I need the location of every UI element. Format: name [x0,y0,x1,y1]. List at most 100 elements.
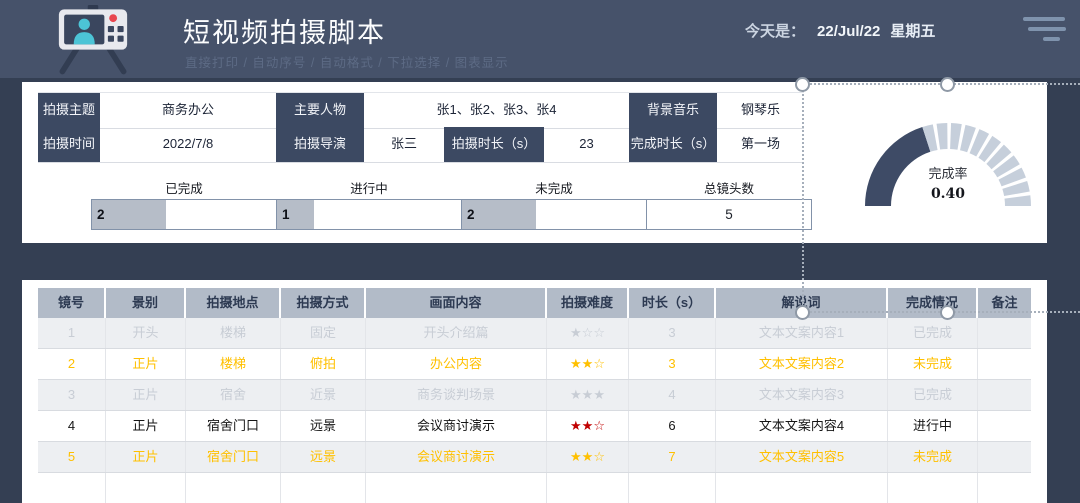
column-header[interactable]: 拍摄方式 [281,288,366,318]
table-cell[interactable]: 办公内容 [366,349,547,379]
table-cell[interactable] [978,473,1031,503]
table-cell[interactable] [978,349,1031,379]
table-cell[interactable]: 文本文案内容1 [716,318,888,348]
table-cell[interactable]: 文本文案内容3 [716,380,888,410]
table-cell[interactable]: 已完成 [888,318,978,348]
table-cell[interactable]: 1 [38,318,106,348]
difficulty-stars-cell[interactable] [547,473,629,503]
stat-bar-inprogress[interactable]: 1 [276,199,462,230]
table-cell[interactable] [366,473,547,503]
table-cell[interactable] [38,473,106,503]
selection-handle[interactable] [795,77,810,92]
stat-value: 5 [725,207,733,222]
value-shoot-duration[interactable]: 23 [544,127,629,162]
table-cell[interactable]: 宿舍门口 [186,442,281,472]
table-cell[interactable]: 4 [38,411,106,441]
app-header: 短视频拍摄脚本 直接打印 / 自动序号 / 自动格式 / 下拉选择 / 图表显示… [0,0,1080,78]
table-cell[interactable] [978,442,1031,472]
table-cell[interactable]: 进行中 [888,411,978,441]
column-header[interactable]: 画面内容 [366,288,547,318]
selection-handle[interactable] [940,77,955,92]
table-cell[interactable]: 3 [38,380,106,410]
completion-gauge[interactable]: 完成率 0.40 [848,106,1048,206]
table-cell[interactable]: 商务谈判场景 [366,380,547,410]
table-cell[interactable]: 文本文案内容5 [716,442,888,472]
column-header[interactable]: 镜号 [38,288,106,318]
table-row: 3 正片 宿舍 近景 商务谈判场景 ★★★ 4 文本文案内容3 已完成 [38,380,1031,411]
column-header[interactable]: 拍摄地点 [186,288,281,318]
table-cell[interactable]: 宿舍门口 [186,411,281,441]
table-cell[interactable]: 远景 [281,442,366,472]
table-row: 5 正片 宿舍门口 远景 会议商讨演示 ★★☆ 7 文本文案内容5 未完成 [38,442,1031,473]
table-cell[interactable]: 会议商讨演示 [366,411,547,441]
table-cell[interactable]: 6 [629,411,716,441]
table-cell[interactable]: 文本文案内容4 [716,411,888,441]
stat-value: 2 [97,207,105,222]
table-cell[interactable]: 7 [629,442,716,472]
table-cell[interactable] [106,473,186,503]
date-label: 今天是： [745,23,806,40]
table-cell[interactable]: 会议商讨演示 [366,442,547,472]
table-cell[interactable] [888,473,978,503]
value-bgm[interactable]: 钢琴乐 [717,93,804,128]
column-header[interactable]: 备注 [978,288,1031,318]
table-cell[interactable]: 未完成 [888,349,978,379]
label-shoot-duration: 拍摄时长（s） [444,127,544,162]
table-cell[interactable]: 4 [629,380,716,410]
difficulty-stars-cell[interactable]: ★☆☆ [547,318,629,348]
table-cell[interactable]: 俯拍 [281,349,366,379]
table-cell[interactable] [978,411,1031,441]
table-cell[interactable] [629,473,716,503]
difficulty-stars-cell[interactable]: ★★☆ [547,442,629,472]
difficulty-stars-cell[interactable]: ★★☆ [547,411,629,441]
script-table: 镜号 景别 拍摄地点 拍摄方式 画面内容 拍摄难度 时长（s） 解说词 完成情况 备注 1 开头 楼梯固… [38,288,1031,503]
table-cell[interactable]: 正片 [106,380,186,410]
value-director[interactable]: 张三 [364,127,444,162]
date-value: 22/Jul/22 [817,23,881,40]
table-cell[interactable]: 3 [629,318,716,348]
value-shoot-theme[interactable]: 商务办公 [100,93,276,128]
table-cell[interactable]: 3 [629,349,716,379]
table-cell[interactable] [716,473,888,503]
value-done-duration[interactable]: 第一场 [717,127,804,162]
table-cell[interactable]: 近景 [281,380,366,410]
value-shoot-date[interactable]: 2022/7/8 [100,127,276,162]
table-cell[interactable]: 未完成 [888,442,978,472]
value-main-cast[interactable]: 张1、张2、张3、张4 [364,93,629,128]
column-header[interactable]: 拍摄难度 [547,288,629,318]
column-header[interactable]: 完成情况 [888,288,978,318]
table-cell[interactable]: 开头介绍篇 [366,318,547,348]
table-row: 4 正片 宿舍门口 远景 会议商讨演示 ★★☆ 6 文本文案内容4 进行中 [38,411,1031,442]
table-cell[interactable] [978,380,1031,410]
person-icon [78,18,90,30]
date-display: 今天是： 22/Jul/22 星期五 [745,20,935,41]
table-cell[interactable]: 宿舍 [186,380,281,410]
table-cell[interactable] [186,473,281,503]
table-cell[interactable]: 正片 [106,442,186,472]
table-cell[interactable]: 正片 [106,349,186,379]
stat-bar-notdone[interactable]: 2 [461,199,647,230]
column-header[interactable]: 时长（s） [629,288,716,318]
difficulty-stars-cell[interactable]: ★★☆ [547,349,629,379]
table-cell[interactable]: 楼梯 [186,349,281,379]
table-cell[interactable]: 文本文案内容2 [716,349,888,379]
stat-total-shots[interactable]: 5 [646,199,812,230]
selection-handle[interactable] [795,305,810,320]
hamburger-menu-icon[interactable] [1023,17,1069,47]
difficulty-stars-cell[interactable]: ★★★ [547,380,629,410]
column-header[interactable]: 景别 [106,288,186,318]
table-cell[interactable]: 5 [38,442,106,472]
stat-bar-completed[interactable]: 2 [91,199,277,230]
info-panel: 拍摄主题 商务办公 主要人物 张1、张2、张3、张4 背景音乐 钢琴乐 拍摄时间… [22,82,1047,243]
selection-handle[interactable] [940,305,955,320]
table-cell[interactable]: 远景 [281,411,366,441]
table-header-row: 镜号 景别 拍摄地点 拍摄方式 画面内容 拍摄难度 时长（s） 解说词 完成情况 备注 [38,288,1031,318]
table-cell[interactable]: 正片 [106,411,186,441]
table-cell[interactable]: 已完成 [888,380,978,410]
table-cell[interactable]: 2 [38,349,106,379]
table-cell[interactable]: 楼梯 [186,318,281,348]
table-cell[interactable]: 开头 [106,318,186,348]
table-cell[interactable] [978,318,1031,348]
table-cell[interactable]: 固定 [281,318,366,348]
table-cell[interactable] [281,473,366,503]
